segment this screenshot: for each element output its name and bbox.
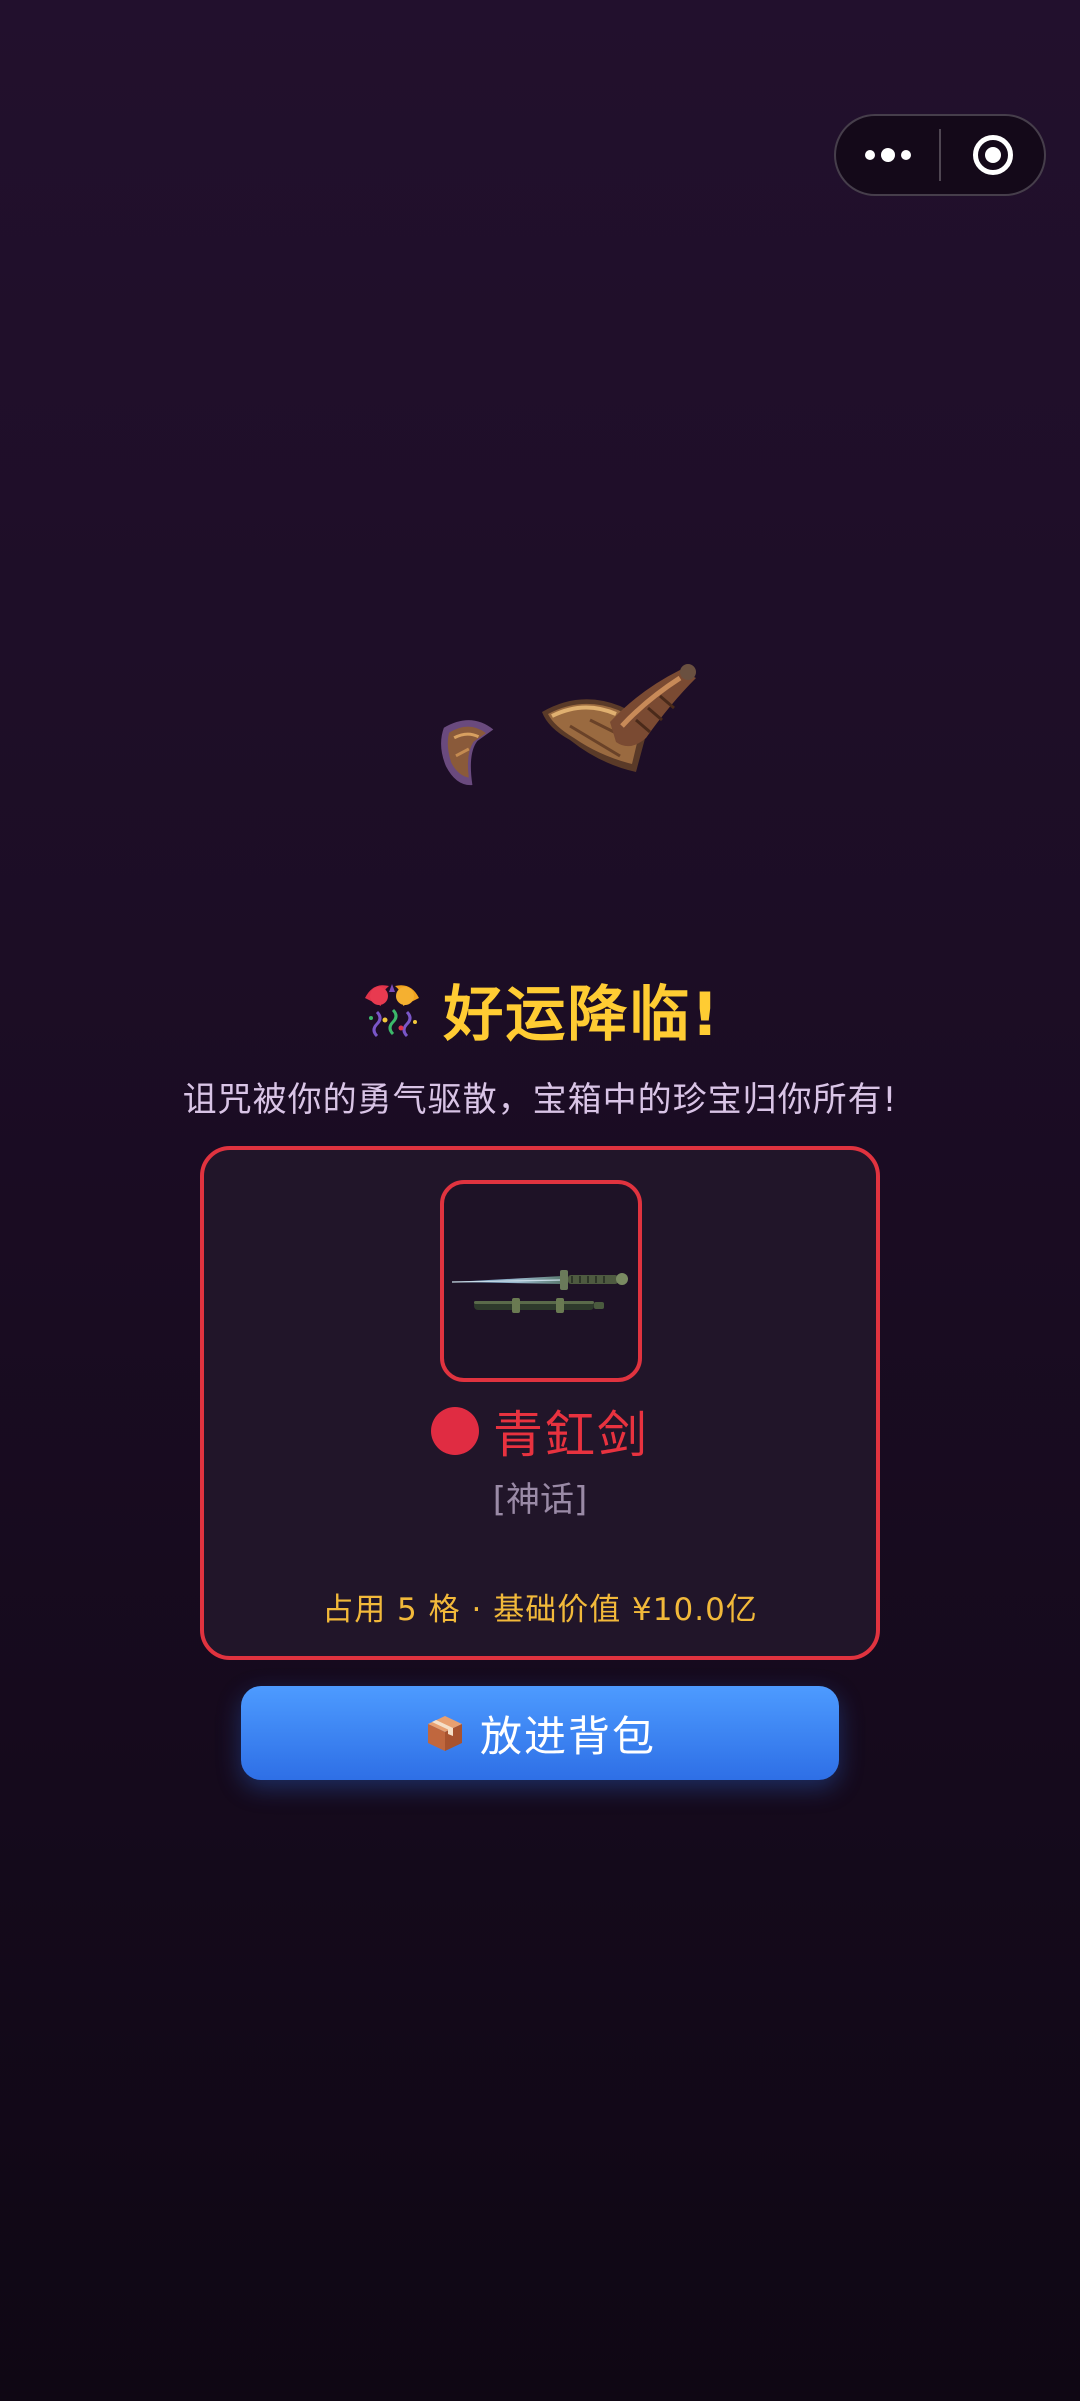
miniprogram-capsule — [834, 114, 1046, 196]
title-text: 好运降临! — [443, 979, 721, 1050]
opened-chest-pieces-icon — [441, 664, 696, 786]
item-rarity: [神话] — [492, 1480, 588, 1520]
more-button[interactable] — [836, 116, 939, 194]
rarity-dot-icon — [431, 1407, 479, 1455]
confetti-icon — [365, 984, 420, 1038]
close-miniprogram-button[interactable] — [941, 116, 1044, 194]
put-in-backpack-button[interactable]: 放进背包 — [241, 1686, 839, 1780]
target-circle-icon — [972, 135, 1013, 175]
item-image-frame — [440, 1180, 642, 1382]
item-name: 青釭剑 — [493, 1406, 649, 1464]
result-subtitle: 诅咒被你的勇气驱散，宝箱中的珍宝归你所有! — [182, 1080, 898, 1120]
item-name-row: 青釭剑 — [204, 1396, 876, 1466]
item-stats: 占用 5 格 · 基础价值 ¥10.0亿 — [322, 1592, 758, 1628]
result-title: 好运降临! — [0, 968, 1080, 1050]
reward-card: 青釭剑 [神话] 占用 5 格 · 基础价值 ¥10.0亿 — [200, 1146, 880, 1660]
package-icon — [427, 1716, 462, 1751]
put-in-backpack-label: 放进背包 — [479, 1711, 656, 1761]
more-dots-icon — [864, 148, 911, 162]
sword-icon — [451, 1270, 628, 1313]
